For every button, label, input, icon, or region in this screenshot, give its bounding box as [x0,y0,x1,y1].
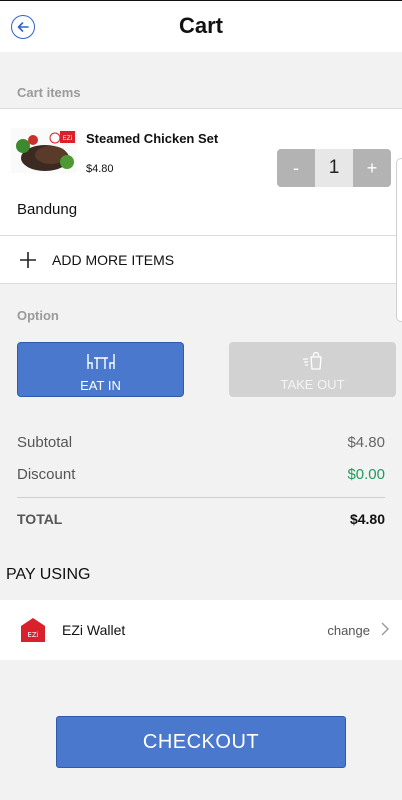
eat-in-label: EAT IN [80,378,121,393]
header-bar: Cart [0,0,402,52]
takeout-bag-icon [302,351,322,370]
decrease-quantity-button[interactable]: - [277,149,315,187]
change-payment-link[interactable]: change [327,623,370,638]
discount-value: $0.00 [347,466,385,483]
take-out-button[interactable]: TAKE OUT [229,342,396,397]
item-location: Bandung [17,201,78,218]
page-title: Cart [178,13,223,38]
chevron-right-icon [381,622,389,636]
increase-quantity-button[interactable]: + [353,149,391,187]
item-price: $4.80 [86,163,114,175]
pay-using-heading: PAY USING [6,566,91,583]
add-more-items-button[interactable]: ADD MORE ITEMS [0,236,402,284]
payment-method-name: EZi Wallet [62,622,126,638]
quantity-value: 1 [315,149,353,187]
total-label: TOTAL [17,511,63,527]
eat-in-button[interactable]: EAT IN [17,342,184,397]
item-name: Steamed Chicken Set [86,131,219,146]
subtotal-label: Subtotal [17,434,73,451]
side-panel-handle[interactable] [396,158,402,322]
total-value: $4.80 [349,511,385,527]
plus-icon [20,252,36,268]
checkout-button[interactable]: CHECKOUT [56,716,346,768]
summary-divider [17,497,385,498]
option-label: Option [17,308,59,323]
svg-text:EZi: EZi [27,631,38,639]
take-out-label: TAKE OUT [280,377,345,392]
thumb-badge-text: EZi [63,135,73,142]
item-thumbnail: EZi [11,128,77,173]
discount-label: Discount [17,466,76,483]
cart-items-label: Cart items [17,85,81,100]
cart-items-card: EZi Steamed Chicken Set $4.80 - 1 + Band… [0,108,402,284]
add-more-items-label: ADD MORE ITEMS [52,252,175,268]
quantity-stepper: - 1 + [277,149,391,187]
payment-method-row[interactable]: EZi EZi Wallet change [0,600,402,660]
ezi-wallet-icon: EZi [21,618,45,642]
dining-table-icon [86,354,115,369]
subtotal-value: $4.80 [347,434,385,451]
